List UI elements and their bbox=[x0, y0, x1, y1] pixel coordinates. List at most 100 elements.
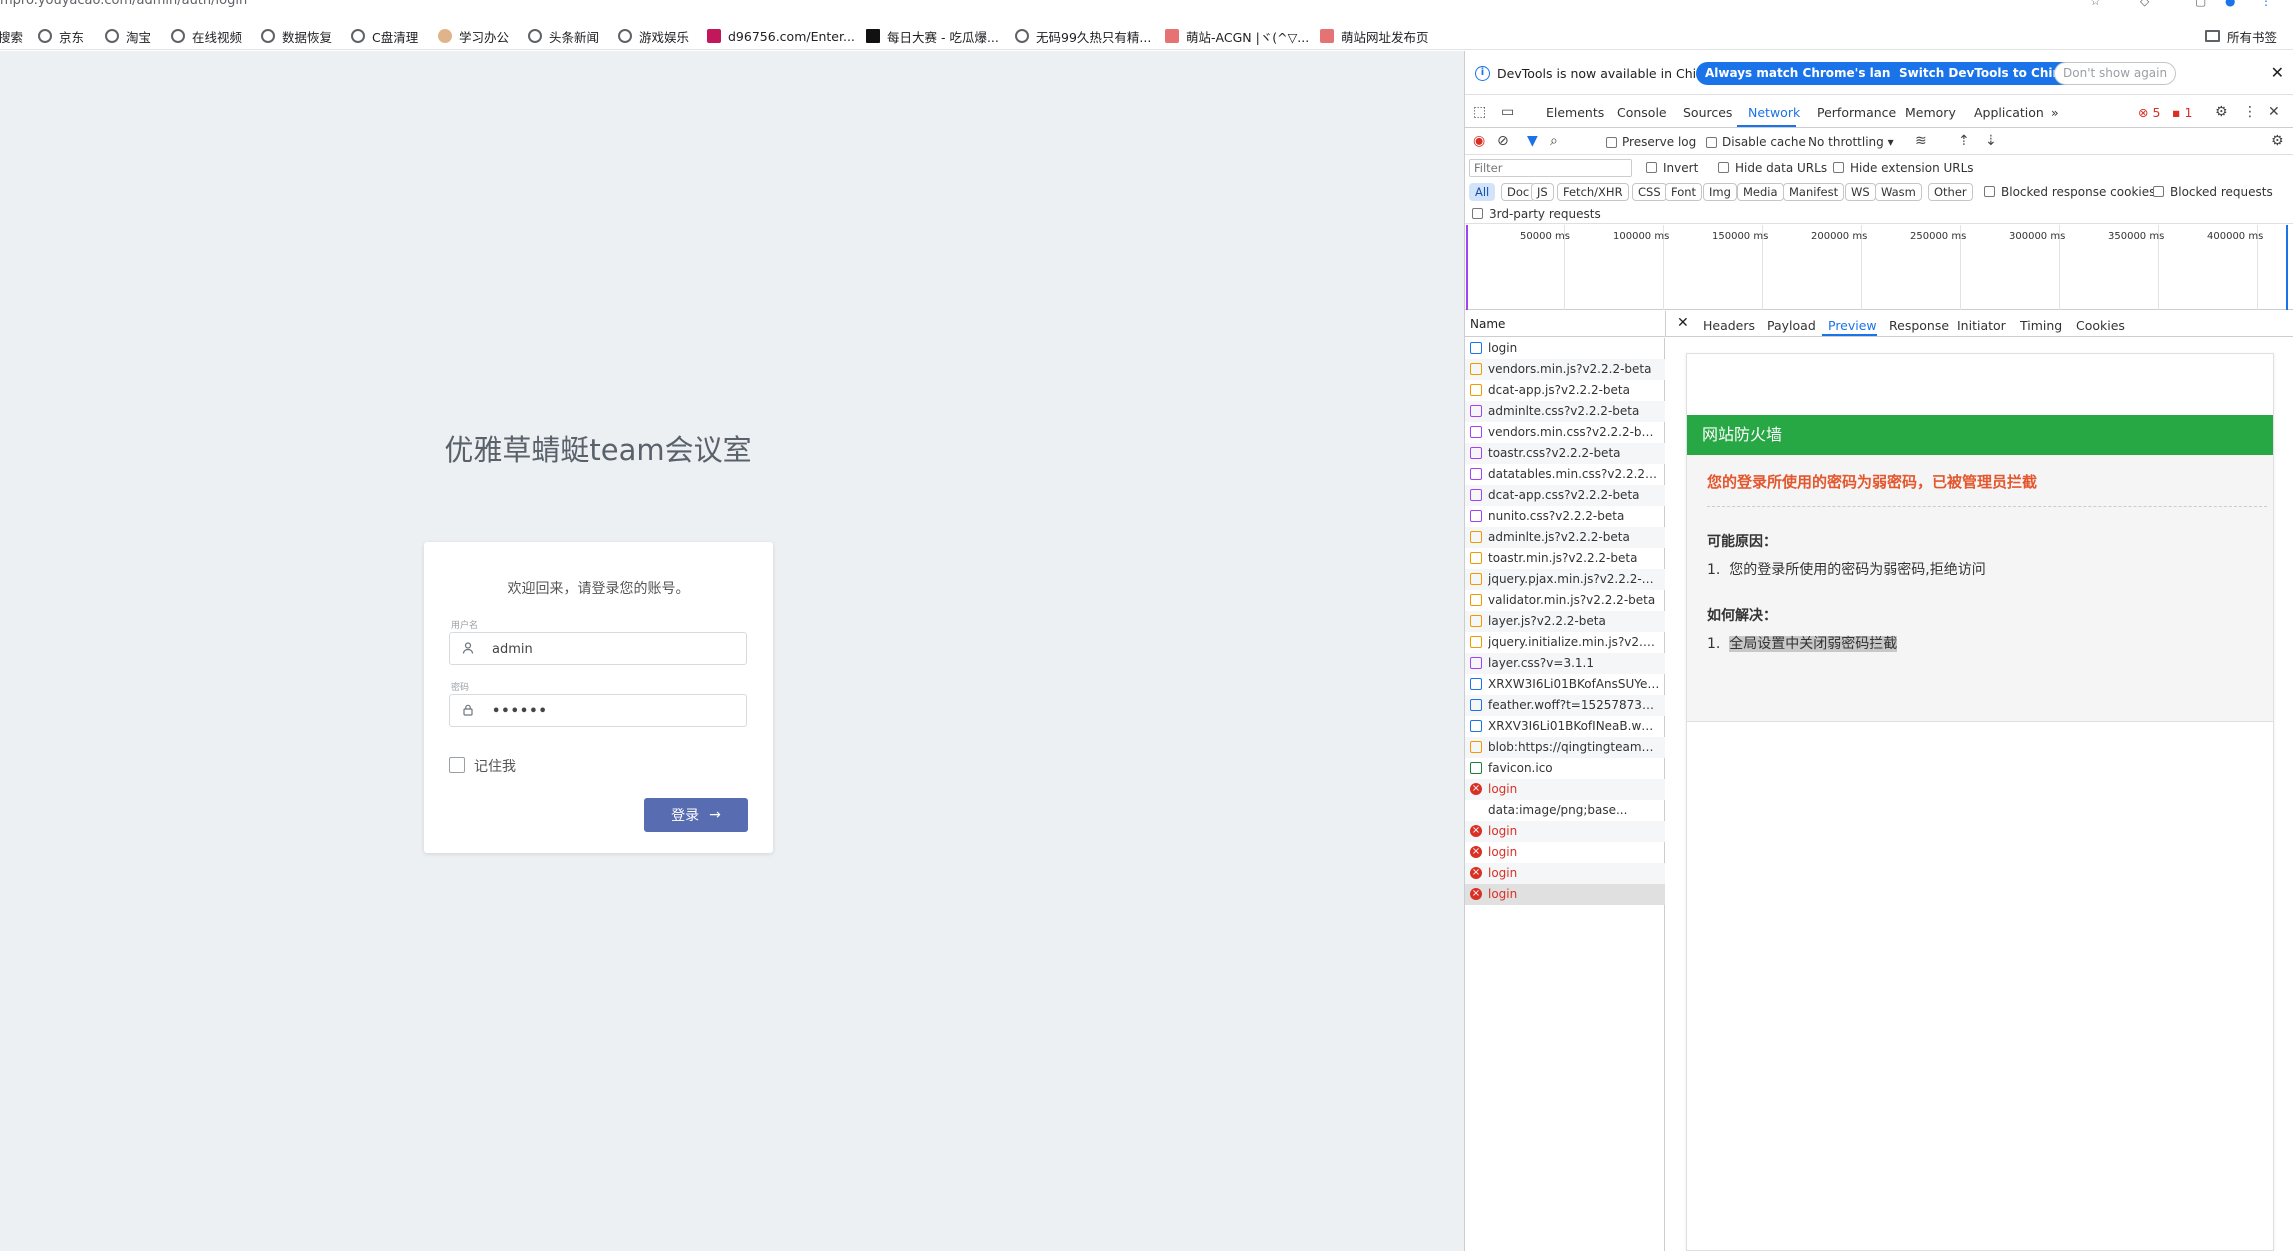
close-icon[interactable]: ✕ bbox=[2271, 63, 2284, 82]
bookmark-item[interactable]: d96756.com/Enter... bbox=[707, 27, 855, 45]
request-row[interactable]: datatables.min.css?v2.2.2-beta bbox=[1465, 464, 1665, 485]
type-filter-wasm[interactable]: Wasm bbox=[1875, 183, 1922, 201]
detail-tab-response[interactable]: Response bbox=[1889, 318, 1949, 333]
request-row[interactable]: nunito.css?v2.2.2-beta bbox=[1465, 506, 1665, 527]
bookmark-item[interactable]: C盘清理 bbox=[351, 27, 418, 45]
address-bar[interactable]: mpro.youyacao.com/admin/auth/login ☆ ◇ ▢… bbox=[0, 0, 2293, 14]
detail-tab-headers[interactable]: Headers bbox=[1703, 318, 1755, 333]
filter-icon[interactable]: ▼ bbox=[1527, 133, 1538, 149]
request-row[interactable]: dcat-app.css?v2.2.2-beta bbox=[1465, 485, 1665, 506]
tab-sources[interactable]: Sources bbox=[1683, 105, 1732, 120]
issue-count-badge[interactable]: ▪ 1 bbox=[2172, 105, 2192, 120]
request-row[interactable]: login bbox=[1465, 338, 1665, 359]
request-row[interactable]: XRXV3I6Li01BKofINeaB.woff2 bbox=[1465, 716, 1665, 737]
request-row[interactable]: toastr.min.js?v2.2.2-beta bbox=[1465, 548, 1665, 569]
all-bookmarks[interactable]: 所有书签 bbox=[2205, 27, 2277, 45]
request-row[interactable]: vendors.min.js?v2.2.2-beta bbox=[1465, 359, 1665, 380]
bookmark-item[interactable]: 游戏娱乐 bbox=[618, 27, 689, 45]
request-row[interactable]: adminlte.js?v2.2.2-beta bbox=[1465, 527, 1665, 548]
bookmark-item[interactable]: 搜索 bbox=[0, 27, 23, 45]
request-row[interactable]: jquery.initialize.min.js?v2.2.2-b... bbox=[1465, 632, 1665, 653]
tab-elements[interactable]: Elements bbox=[1546, 105, 1604, 120]
extensions-icon[interactable]: ◇ bbox=[2140, 0, 2149, 8]
type-filter-font[interactable]: Font bbox=[1665, 183, 1703, 201]
tab-network[interactable]: Network bbox=[1748, 105, 1800, 120]
request-row[interactable]: favicon.ico bbox=[1465, 758, 1665, 779]
bookmark-item[interactable]: 学习办公 bbox=[438, 27, 509, 45]
disable-cache-checkbox[interactable] bbox=[1706, 137, 1717, 148]
detail-tab-initiator[interactable]: Initiator bbox=[1957, 318, 2006, 333]
detail-tab-timing[interactable]: Timing bbox=[2020, 318, 2062, 333]
settings-icon[interactable]: ⚙ bbox=[2215, 104, 2228, 120]
bookmark-item[interactable]: 萌站网址发布页 bbox=[1320, 27, 1429, 45]
upload-icon[interactable]: ⇡ bbox=[1958, 133, 1970, 149]
tab-console[interactable]: Console bbox=[1617, 105, 1667, 120]
bookmark-item[interactable]: 萌站-ACGN |ヾ(^▽... bbox=[1165, 27, 1309, 45]
request-row[interactable]: layer.js?v2.2.2-beta bbox=[1465, 611, 1665, 632]
password-input[interactable] bbox=[492, 701, 732, 721]
menu-icon[interactable]: ⋮ bbox=[2260, 0, 2272, 8]
request-row[interactable]: validator.min.js?v2.2.2-beta bbox=[1465, 590, 1665, 611]
type-filter-ws[interactable]: WS bbox=[1845, 183, 1876, 201]
request-row[interactable]: × login bbox=[1465, 779, 1665, 800]
more-tabs-icon[interactable]: » bbox=[2051, 105, 2059, 120]
request-row[interactable]: dcat-app.js?v2.2.2-beta bbox=[1465, 380, 1665, 401]
bookmark-item[interactable]: 在线视频 bbox=[171, 27, 242, 45]
url-text[interactable]: mpro.youyacao.com/admin/auth/login bbox=[0, 0, 247, 8]
type-filter-css[interactable]: CSS bbox=[1632, 183, 1667, 201]
bookmark-item[interactable]: 每日大赛 - 吃瓜爆... bbox=[866, 27, 999, 45]
filter-input[interactable] bbox=[1469, 159, 1632, 177]
bookmark-item[interactable]: 无码99久热只有精... bbox=[1015, 27, 1151, 45]
blocked-response-cookies-checkbox[interactable] bbox=[1984, 186, 1995, 197]
search-icon[interactable]: ⌕ bbox=[1550, 133, 1558, 149]
device-toolbar-icon[interactable]: ▭ bbox=[1501, 104, 1514, 120]
detail-tab-payload[interactable]: Payload bbox=[1767, 318, 1816, 333]
type-filter-media[interactable]: Media bbox=[1737, 183, 1784, 201]
password-field[interactable] bbox=[449, 694, 747, 727]
request-row[interactable]: × login bbox=[1465, 842, 1665, 863]
request-row[interactable]: × login bbox=[1465, 863, 1665, 884]
request-row[interactable]: data:image/png;base... bbox=[1465, 800, 1665, 821]
throttling-select[interactable]: No throttling ▾ bbox=[1808, 135, 1894, 149]
bookmark-item[interactable]: 淘宝 bbox=[105, 27, 151, 45]
dont-show-again-button[interactable]: Don't show again bbox=[2054, 62, 2177, 85]
request-row[interactable]: × login bbox=[1465, 821, 1665, 842]
request-row[interactable]: toastr.css?v2.2.2-beta bbox=[1465, 443, 1665, 464]
preserve-log-checkbox[interactable] bbox=[1606, 137, 1617, 148]
request-row[interactable]: XRXW3I6Li01BKofAnsSUYevI.w... bbox=[1465, 674, 1665, 695]
request-row[interactable]: × login bbox=[1465, 884, 1665, 905]
wifi-icon[interactable]: ≋ bbox=[1915, 133, 1927, 149]
request-row[interactable]: adminlte.css?v2.2.2-beta bbox=[1465, 401, 1665, 422]
network-overview-timeline[interactable]: 50000 ms 100000 ms 150000 ms 200000 ms 2… bbox=[1465, 225, 2293, 310]
request-row[interactable]: layer.css?v=3.1.1 bbox=[1465, 653, 1665, 674]
detail-tab-cookies[interactable]: Cookies bbox=[2076, 318, 2125, 333]
bookmark-item[interactable]: 头条新闻 bbox=[528, 27, 599, 45]
third-party-checkbox[interactable] bbox=[1472, 208, 1483, 219]
username-input[interactable] bbox=[492, 639, 732, 659]
profile-icon[interactable]: ● bbox=[2225, 0, 2235, 8]
tab-memory[interactable]: Memory bbox=[1905, 105, 1956, 120]
network-settings-icon[interactable]: ⚙ bbox=[2271, 133, 2284, 149]
request-row[interactable]: vendors.min.css?v2.2.2-beta bbox=[1465, 422, 1665, 443]
inspect-element-icon[interactable]: ⬚ bbox=[1473, 104, 1486, 120]
type-filter-other[interactable]: Other bbox=[1928, 183, 1973, 201]
bookmark-item[interactable]: 京东 bbox=[38, 27, 84, 45]
request-row[interactable]: feather.woff?t=1525787366991 bbox=[1465, 695, 1665, 716]
tab-application[interactable]: Application bbox=[1974, 105, 2044, 120]
login-button[interactable]: 登录 → bbox=[644, 798, 748, 832]
request-row[interactable]: jquery.pjax.min.js?v2.2.2-beta bbox=[1465, 569, 1665, 590]
window-icon[interactable]: ▢ bbox=[2195, 0, 2206, 8]
clear-icon[interactable]: ⊘ bbox=[1497, 133, 1509, 149]
name-column-header[interactable]: Name bbox=[1470, 317, 1505, 331]
hide-data-urls-checkbox[interactable] bbox=[1718, 162, 1729, 173]
invert-checkbox[interactable] bbox=[1646, 162, 1657, 173]
download-icon[interactable]: ⇣ bbox=[1985, 133, 1997, 149]
remember-checkbox[interactable] bbox=[449, 757, 465, 773]
bookmark-star-icon[interactable]: ☆ bbox=[2090, 0, 2101, 8]
more-options-icon[interactable]: ⋮ bbox=[2243, 104, 2257, 120]
tab-performance[interactable]: Performance bbox=[1817, 105, 1896, 120]
request-row[interactable]: blob:https://qingtingteampro.... bbox=[1465, 737, 1665, 758]
type-filter-img[interactable]: Img bbox=[1703, 183, 1737, 201]
blocked-requests-checkbox[interactable] bbox=[2153, 186, 2164, 197]
close-detail-icon[interactable]: ✕ bbox=[1677, 315, 1689, 331]
